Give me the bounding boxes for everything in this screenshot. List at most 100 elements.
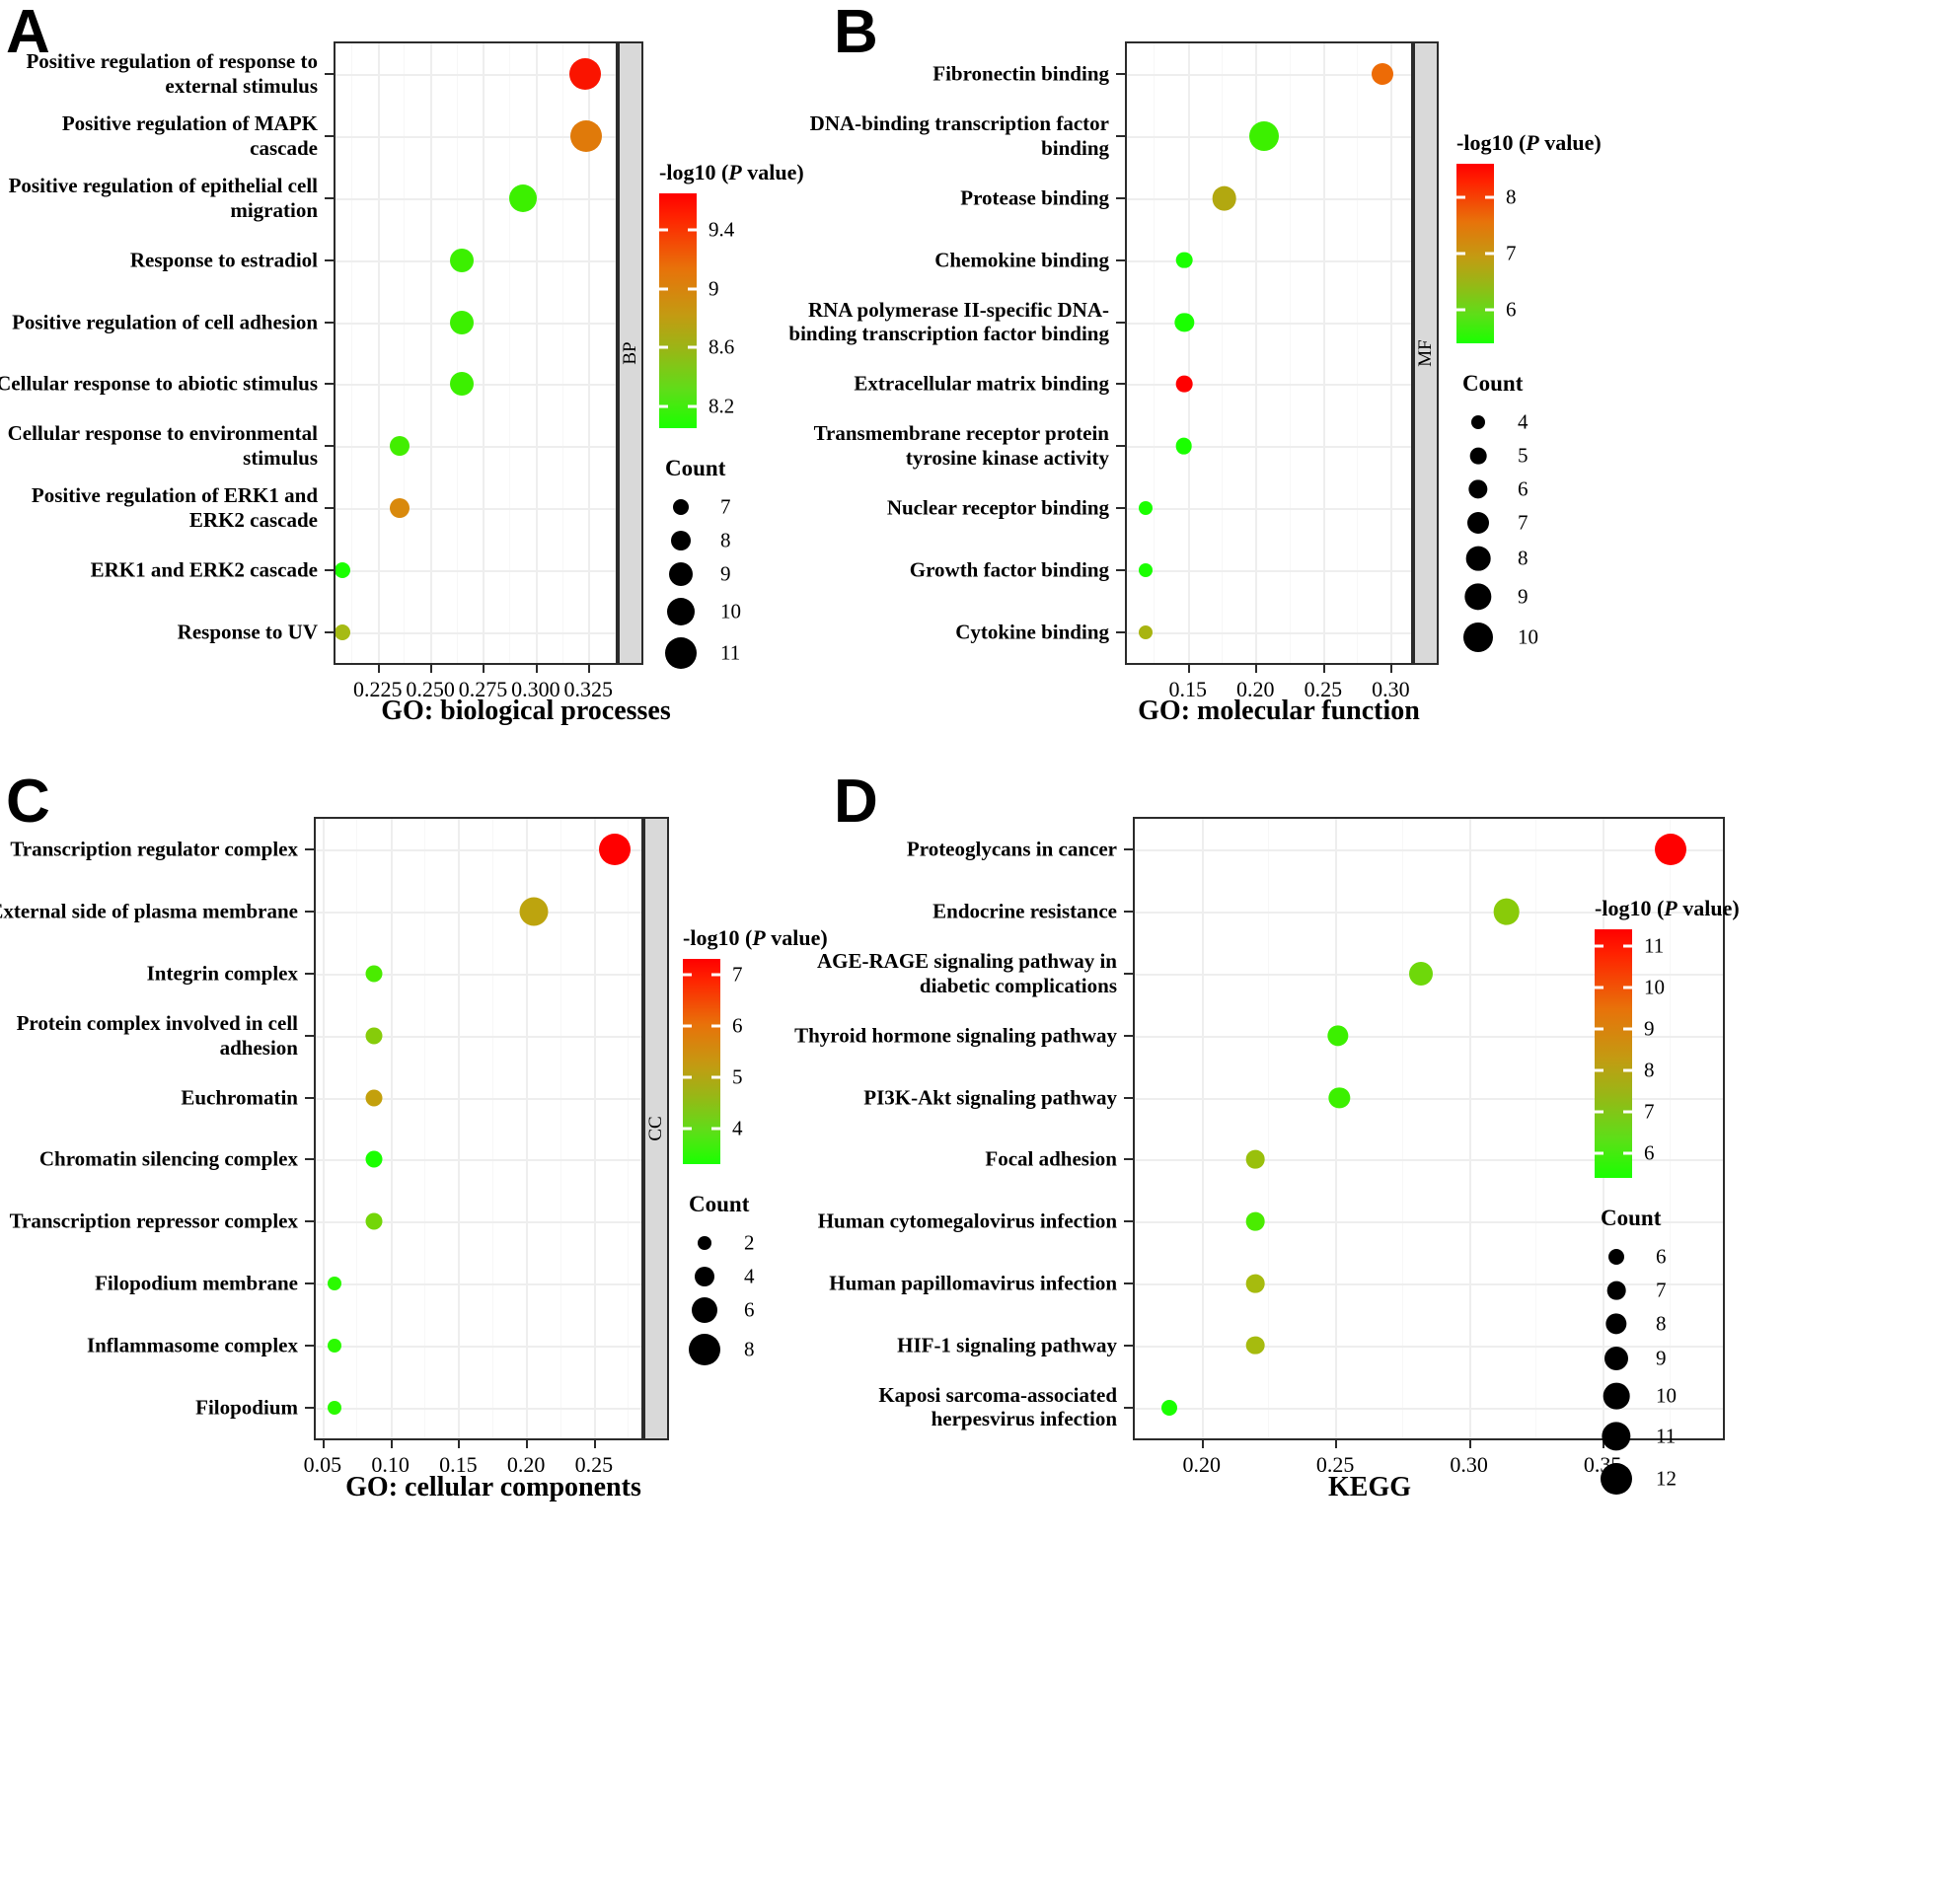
y-axis-label: Protease binding	[960, 185, 1109, 210]
colorbar-title: -log10 (P value)	[683, 925, 828, 950]
y-axis-tick	[305, 848, 314, 851]
data-point	[365, 1150, 383, 1168]
y-axis-label: ERK1 and ERK2 cascade	[90, 557, 318, 582]
count-legend-label: 9	[720, 561, 731, 586]
x-axis-tick	[1390, 665, 1393, 673]
data-point	[1139, 562, 1154, 577]
figure-root: A Positive regulation of response to exte…	[0, 0, 1939, 1904]
y-axis-tick	[1124, 1344, 1133, 1347]
count-legend-dot	[692, 1297, 717, 1323]
colorbar-title: -log10 (P value)	[659, 160, 804, 184]
colorbar-tick	[1595, 1027, 1603, 1031]
y-axis-tick	[1116, 507, 1125, 509]
count-legend-label: 10	[1518, 624, 1538, 649]
gridline-horizontal	[316, 1035, 641, 1038]
y-axis-label: Inflammasome complex	[86, 1333, 298, 1357]
colorbar-tick-label: 8	[1506, 184, 1517, 209]
count-legend-dot	[1601, 1463, 1632, 1496]
x-axis-tick	[377, 665, 380, 673]
count-legend-dot	[665, 637, 697, 669]
x-axis-tick	[1468, 1440, 1471, 1448]
count-legend-label: 6	[1518, 476, 1529, 501]
count-legend-dot	[695, 1267, 714, 1286]
data-point	[450, 310, 475, 334]
legend-panel-A: -log10 (P value) 8.2 8.6 9 9.4 Count 7 8 9 10 11	[659, 160, 804, 669]
colorbar-tick	[1595, 944, 1603, 948]
colorbar-tick	[1595, 1068, 1603, 1072]
x-axis-tick	[430, 665, 433, 673]
y-axis-label: Response to UV	[177, 620, 318, 644]
data-point	[569, 58, 602, 91]
y-axis-label: Nuclear receptor binding	[886, 495, 1109, 520]
count-legend-label: 10	[720, 599, 741, 623]
gridline-horizontal	[1127, 508, 1411, 510]
count-legend-label: 4	[744, 1264, 755, 1288]
data-point	[570, 120, 603, 153]
count-legend-label: 5	[1518, 443, 1529, 468]
gridline-horizontal	[336, 508, 616, 510]
colorbar-tick	[1485, 308, 1494, 312]
panel-letter-D: D	[834, 768, 878, 836]
y-axis-label: Positive regulation of response to exter…	[26, 49, 318, 99]
colorbar-tick-label: 11	[1644, 933, 1665, 958]
x-axis-tick	[1255, 665, 1258, 673]
colorbar-tick-label: 9	[1644, 1016, 1655, 1041]
data-point	[1245, 1274, 1265, 1293]
colorbar-title: -log10 (P value)	[1456, 130, 1602, 155]
y-axis-tick	[1116, 383, 1125, 386]
y-axis-tick	[1116, 568, 1125, 571]
count-legend-label: 10	[1656, 1383, 1677, 1408]
y-axis-tick	[325, 568, 334, 571]
y-axis-label: Fibronectin binding	[932, 62, 1109, 87]
colorbar-tick	[711, 1127, 720, 1131]
y-axis-tick	[305, 973, 314, 975]
y-axis-label: Proteoglycans in cancer	[906, 838, 1117, 862]
y-axis-tick	[1116, 135, 1125, 138]
y-axis-label: DNA-binding transcription factor binding	[809, 111, 1109, 161]
gridline-horizontal	[336, 259, 616, 262]
y-axis-tick	[1124, 1158, 1133, 1161]
data-point	[1212, 185, 1237, 211]
y-axis-tick	[1124, 1220, 1133, 1223]
gridline-horizontal	[316, 849, 641, 852]
x-axis-tick	[526, 1440, 529, 1448]
y-axis-label: Transmembrane receptor protein tyrosine …	[813, 421, 1109, 471]
plot-area-panel-A	[334, 41, 618, 665]
y-axis-label: Cellular response to environmental stimu…	[7, 421, 318, 471]
data-point	[1408, 962, 1433, 986]
x-axis-tick	[588, 665, 591, 673]
count-legend-dot	[1606, 1281, 1626, 1300]
data-point	[598, 834, 631, 866]
colorbar-tick	[1623, 1110, 1632, 1114]
x-axis-tick	[322, 1440, 325, 1448]
y-axis-label: Euchromatin	[181, 1085, 298, 1110]
x-axis-tick-label: 0.30	[1450, 1452, 1488, 1477]
data-point	[336, 623, 351, 640]
colorbar-tick-label: 8.2	[708, 394, 735, 418]
y-axis-label: Cytokine binding	[955, 620, 1109, 644]
colorbar-tick	[659, 404, 668, 408]
gridline-horizontal	[1127, 322, 1411, 325]
gridline-horizontal	[316, 1407, 641, 1410]
count-legend-dot	[1469, 447, 1487, 465]
colorbar-tick	[1623, 1068, 1632, 1072]
count-legend-label: 8	[1518, 546, 1529, 570]
data-point	[1175, 437, 1192, 455]
colorbar-tick	[1623, 1027, 1632, 1031]
data-point	[1245, 1211, 1265, 1231]
y-axis-label: Positive regulation of MAPK cascade	[61, 111, 318, 161]
y-axis-tick	[325, 258, 334, 261]
x-axis-tick	[458, 1440, 461, 1448]
legend-panel-D: -log10 (P value) 6 7 8 9 10 11 Count 6 7 8 9 10 11 12	[1595, 896, 1740, 1496]
data-point	[328, 1277, 342, 1290]
colorbar-tick	[1595, 986, 1603, 989]
count-legend-dot	[1471, 415, 1485, 429]
panel-letter-C: C	[6, 768, 50, 836]
count-legend-label: 6	[744, 1297, 755, 1322]
data-point	[509, 184, 538, 212]
y-axis-tick	[1116, 321, 1125, 324]
plot-area-panel-C	[314, 817, 643, 1440]
data-point	[365, 1212, 383, 1230]
y-axis-label: Positive regulation of ERK1 and ERK2 cas…	[31, 483, 318, 532]
y-axis-tick	[1124, 1096, 1133, 1099]
